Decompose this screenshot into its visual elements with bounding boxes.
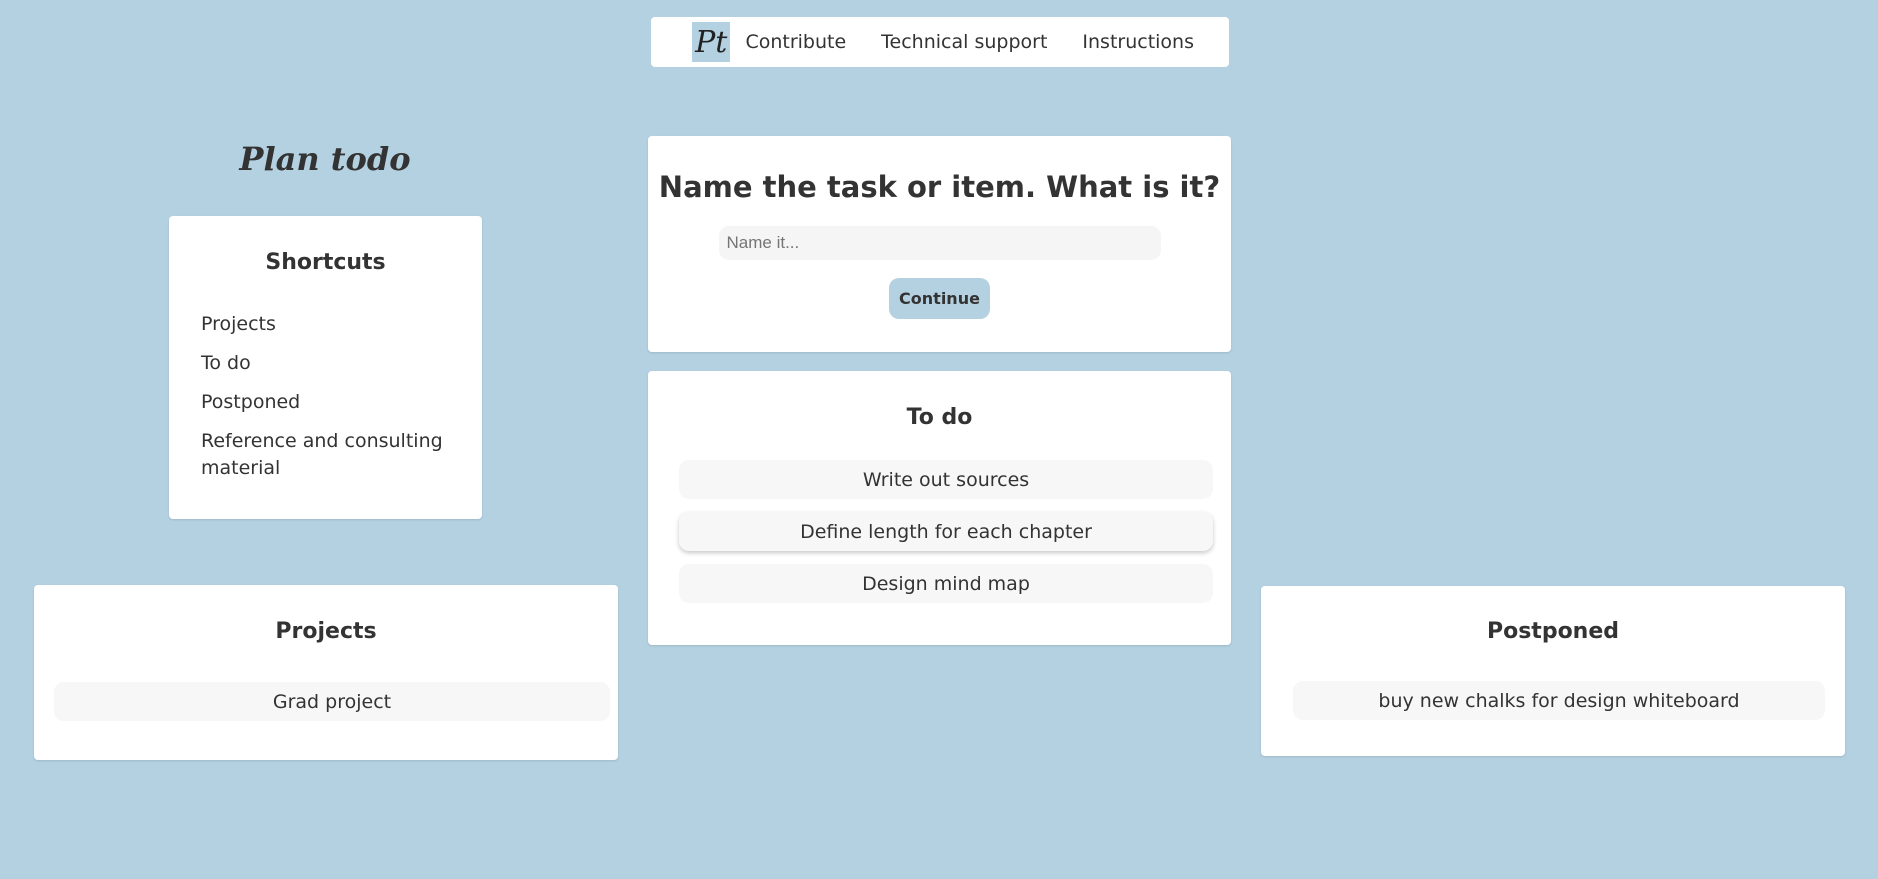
shortcuts-list: Projects To do Postponed Reference and c… [201,311,450,482]
shortcut-postponed[interactable]: Postponed [201,389,450,416]
shortcut-reference-material[interactable]: Reference and consulting material [201,428,450,482]
todo-item[interactable]: Write out sources [679,460,1213,499]
projects-title: Projects [275,619,377,644]
new-item-panel: Name the task or item. What is it? Conti… [648,136,1231,352]
todo-title: To do [906,405,973,430]
postponed-panel: Postponed buy new chalks for design whit… [1261,586,1845,756]
shortcut-to-do[interactable]: To do [201,350,450,377]
new-item-heading: Name the task or item. What is it? [658,170,1221,204]
projects-panel: Projects Grad project [34,585,618,760]
shortcut-projects[interactable]: Projects [201,311,450,338]
todo-list: Write out sources Define length for each… [648,460,1231,603]
logo-icon[interactable]: Pt [692,22,731,62]
projects-list: Grad project [34,682,618,721]
continue-button[interactable]: Continue [889,278,990,319]
postponed-item[interactable]: buy new chalks for design whiteboard [1293,681,1825,720]
nav-link-technical-support[interactable]: Technical support [881,31,1047,53]
postponed-list: buy new chalks for design whiteboard [1261,681,1845,720]
todo-item[interactable]: Define length for each chapter [679,512,1213,551]
todo-panel: To do Write out sources Define length fo… [648,371,1231,645]
nav-link-contribute[interactable]: Contribute [745,31,846,53]
shortcuts-panel: Shortcuts Projects To do Postponed Refer… [169,216,482,519]
todo-item[interactable]: Design mind map [679,564,1213,603]
brand-title: Plan todo [239,140,411,178]
project-item[interactable]: Grad project [54,682,610,721]
postponed-title: Postponed [1486,619,1620,644]
shortcuts-title: Shortcuts [265,250,386,275]
nav-link-instructions[interactable]: Instructions [1082,31,1194,53]
name-input[interactable] [718,226,1161,260]
top-nav: Pt Contribute Technical support Instruct… [651,17,1229,67]
